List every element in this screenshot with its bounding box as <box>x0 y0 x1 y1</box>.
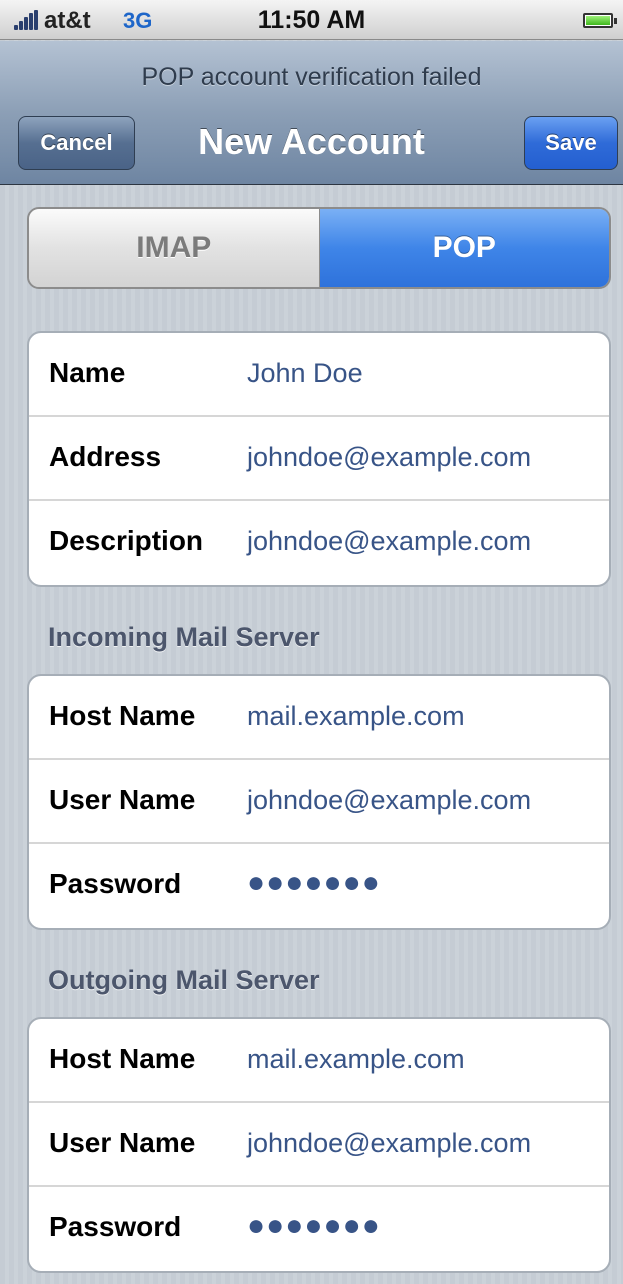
segment-imap[interactable]: IMAP <box>29 209 320 287</box>
incoming-password-label: Password <box>49 868 182 899</box>
address-label: Address <box>49 441 162 472</box>
incoming-password-row[interactable]: Password ●●●●●●● <box>29 844 609 928</box>
cancel-button[interactable]: Cancel <box>18 116 135 170</box>
incoming-server-group: Host Name mail.example.com User Name joh… <box>27 674 611 930</box>
account-info-group: Name John Doe Address johndoe@example.co… <box>27 331 611 587</box>
incoming-user-row[interactable]: User Name johndoe@example.com <box>29 760 609 844</box>
incoming-user-label: User Name <box>49 784 196 815</box>
nav-prompt: POP account verification failed <box>141 63 482 91</box>
status-time: 11:50 AM <box>257 6 366 34</box>
description-field[interactable]: johndoe@example.com <box>247 526 531 557</box>
outgoing-server-header: Outgoing Mail Server <box>48 965 320 995</box>
outgoing-host-row[interactable]: Host Name mail.example.com <box>29 1019 609 1103</box>
outgoing-user-field[interactable]: johndoe@example.com <box>247 1128 531 1159</box>
description-label: Description <box>49 525 204 556</box>
navigation-bar: POP account verification failed New Acco… <box>0 41 623 185</box>
outgoing-user-label: User Name <box>49 1127 196 1158</box>
segment-pop[interactable]: POP <box>319 209 609 287</box>
outgoing-password-row[interactable]: Password ●●●●●●● <box>29 1187 609 1271</box>
address-field[interactable]: johndoe@example.com <box>247 442 531 473</box>
incoming-host-label: Host Name <box>49 700 196 731</box>
account-type-segmented-control: IMAP POP <box>27 207 611 289</box>
address-row[interactable]: Address johndoe@example.com <box>29 417 609 501</box>
outgoing-server-group: Host Name mail.example.com User Name joh… <box>27 1017 611 1273</box>
outgoing-password-field[interactable]: ●●●●●●● <box>247 1209 381 1243</box>
name-field[interactable]: John Doe <box>247 358 363 389</box>
battery-icon <box>583 13 617 28</box>
incoming-server-header: Incoming Mail Server <box>48 622 320 652</box>
incoming-host-row[interactable]: Host Name mail.example.com <box>29 676 609 760</box>
incoming-password-field[interactable]: ●●●●●●● <box>247 866 381 900</box>
outgoing-password-label: Password <box>49 1211 182 1242</box>
status-bar: at&t 3G 11:50 AM <box>0 0 623 40</box>
incoming-host-field[interactable]: mail.example.com <box>247 701 465 732</box>
outgoing-host-label: Host Name <box>49 1043 196 1074</box>
outgoing-host-field[interactable]: mail.example.com <box>247 1044 465 1075</box>
name-row[interactable]: Name John Doe <box>29 333 609 417</box>
incoming-user-field[interactable]: johndoe@example.com <box>247 785 531 816</box>
outgoing-user-row[interactable]: User Name johndoe@example.com <box>29 1103 609 1187</box>
save-button[interactable]: Save <box>524 116 618 170</box>
description-row[interactable]: Description johndoe@example.com <box>29 501 609 585</box>
name-label: Name <box>49 357 126 388</box>
